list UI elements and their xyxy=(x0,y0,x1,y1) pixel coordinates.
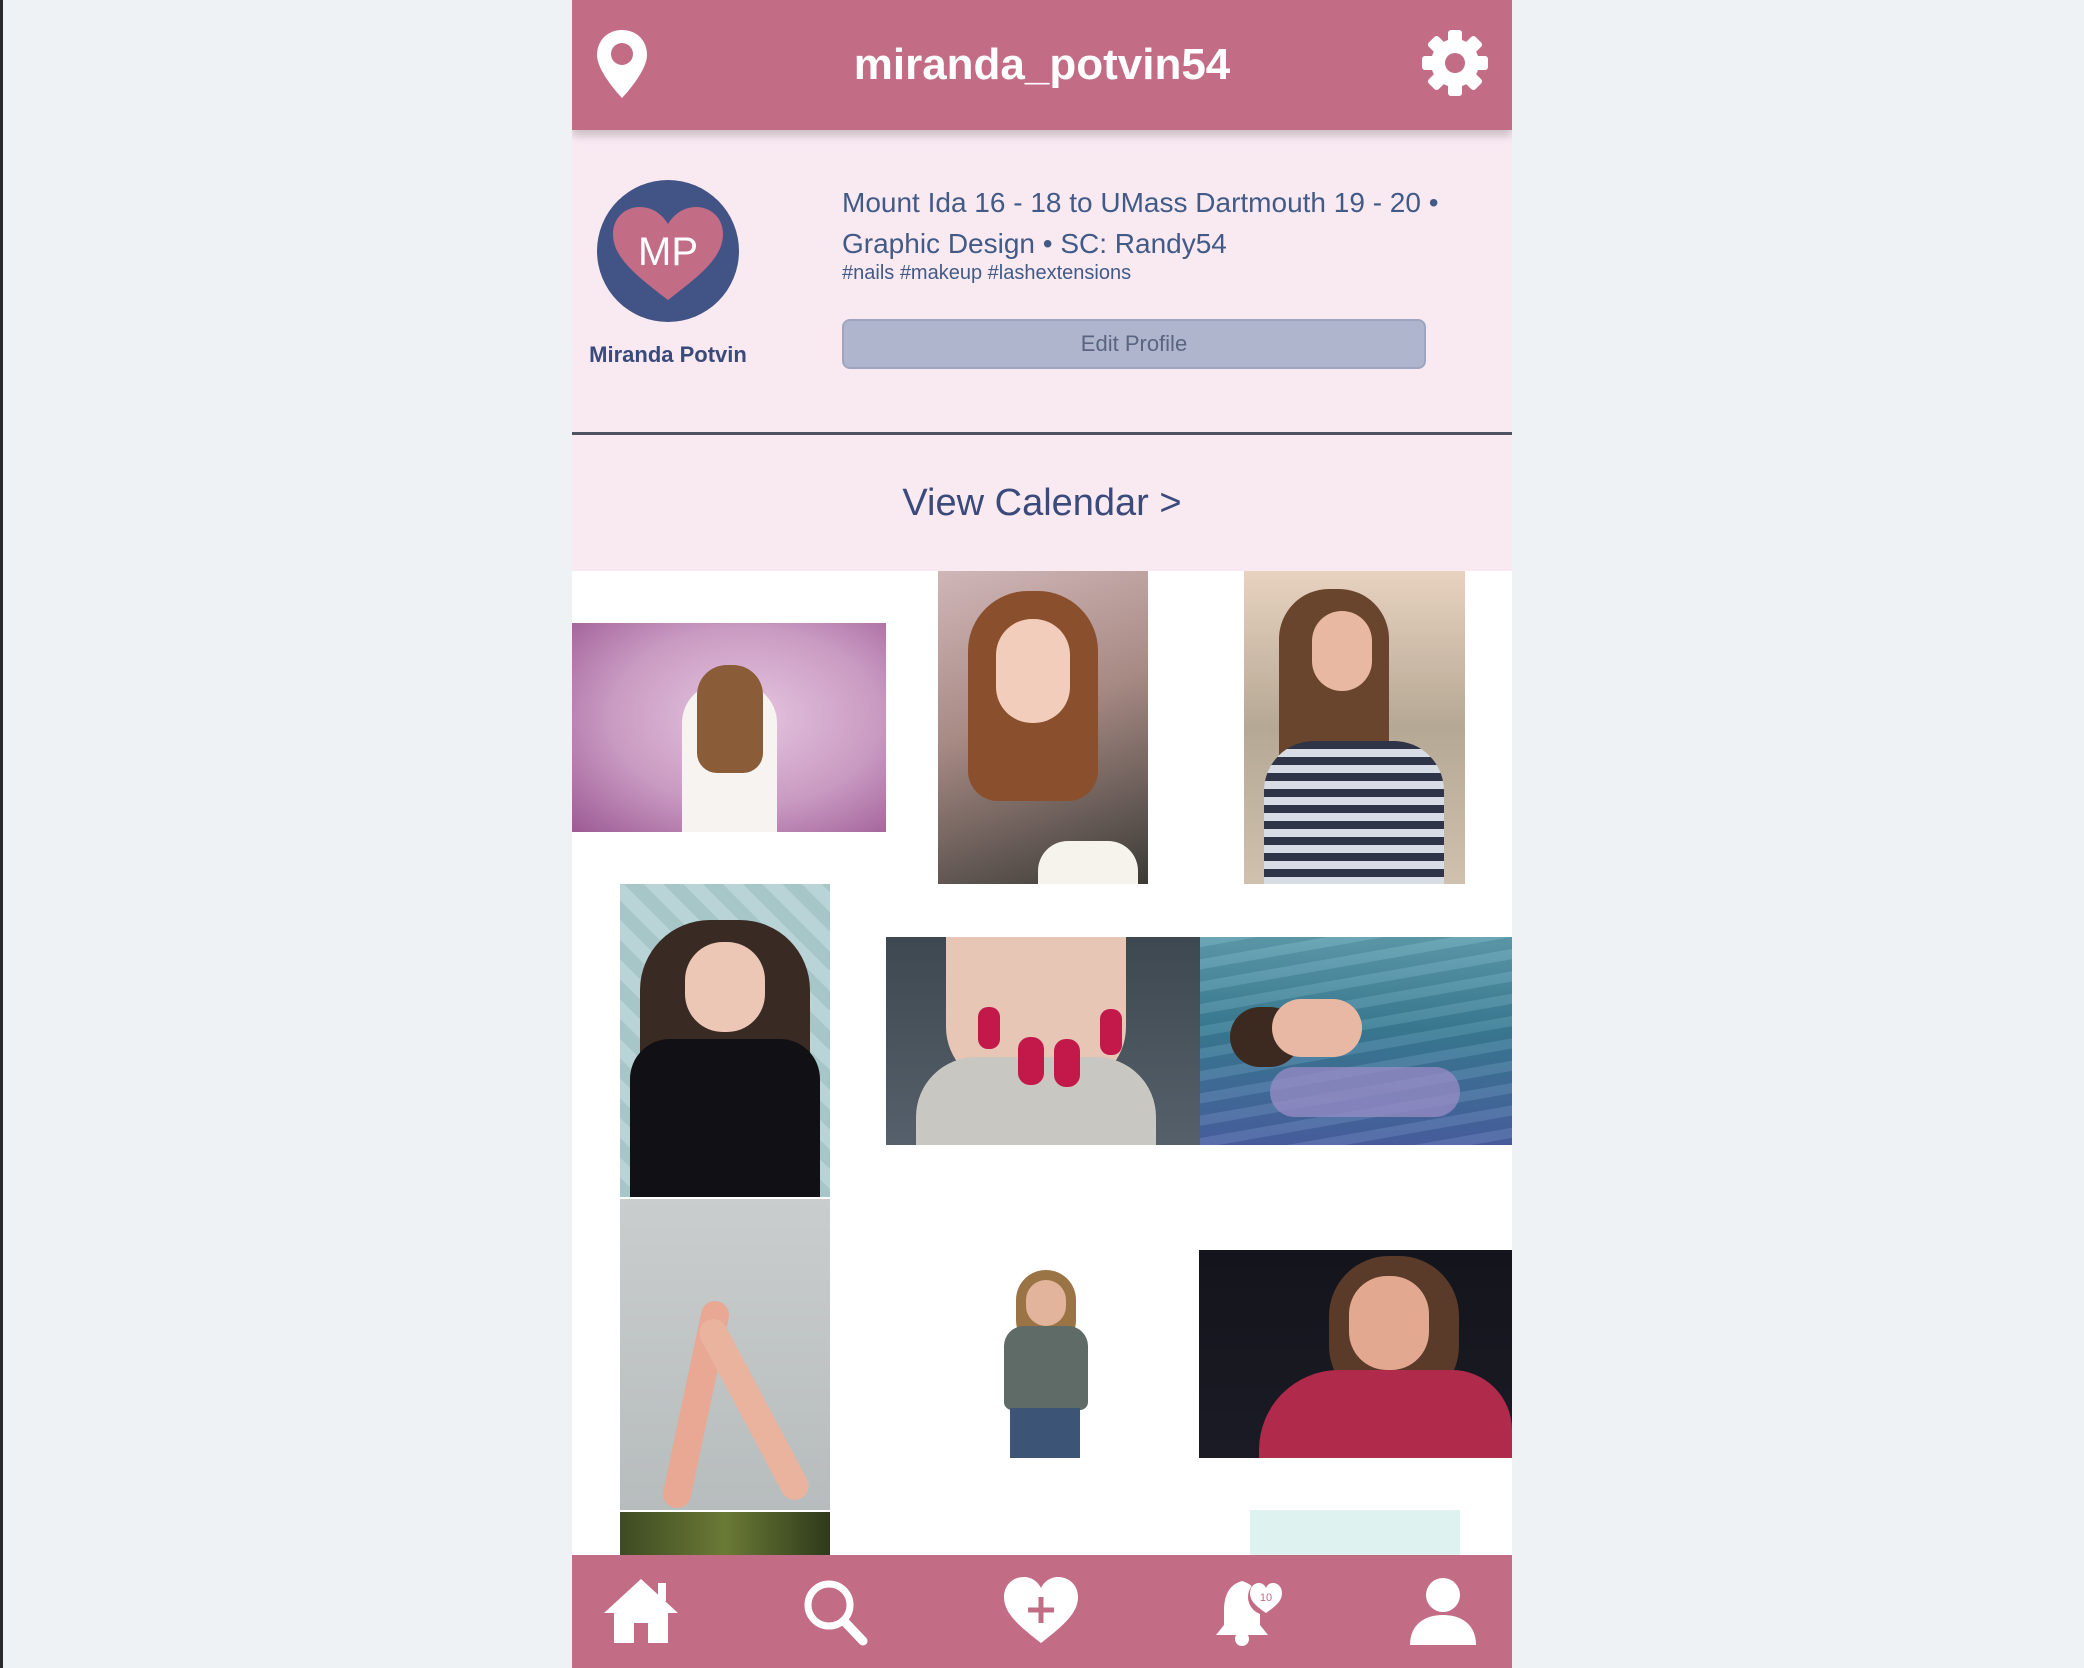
photo-tile[interactable] xyxy=(620,1512,830,1555)
heart-plus-icon[interactable] xyxy=(1002,1575,1080,1647)
view-calendar-link[interactable]: View Calendar > xyxy=(572,435,1512,571)
bio-line-2: Graphic Design • SC: Randy54 xyxy=(842,228,1227,259)
photo-tile[interactable] xyxy=(620,1199,830,1510)
profile-bio: Mount Ida 16 - 18 to UMass Dartmouth 19 … xyxy=(842,182,1482,264)
photo-subject-face xyxy=(996,619,1070,723)
top-bar: miranda_potvin54 xyxy=(572,0,1512,130)
photo-subject-face xyxy=(1026,1280,1066,1326)
window-left-border xyxy=(0,0,3,1668)
phone-screen: miranda_potvin54 MP Miranda Potvin Mount… xyxy=(572,0,1512,1668)
photo-subject-face xyxy=(1312,611,1372,691)
photo-nail xyxy=(1054,1039,1080,1087)
photo-nail xyxy=(978,1007,1000,1049)
photo-tile[interactable] xyxy=(886,937,1200,1145)
photo-milkshake xyxy=(1038,841,1138,884)
photo-hand xyxy=(694,1314,814,1505)
photo-subject-face xyxy=(1349,1276,1429,1370)
bio-line-1: Mount Ida 16 - 18 to UMass Dartmouth 19 … xyxy=(842,187,1439,218)
profile-header: MP Miranda Potvin Mount Ida 16 - 18 to U… xyxy=(572,130,1512,435)
profile-username: miranda_potvin54 xyxy=(853,40,1231,89)
photo-tile[interactable] xyxy=(620,884,830,1197)
profile-icon[interactable] xyxy=(1404,1575,1482,1647)
photo-tile[interactable] xyxy=(938,571,1148,884)
photo-tile[interactable] xyxy=(1250,1510,1460,1555)
photo-tile[interactable] xyxy=(1199,1250,1512,1458)
home-icon[interactable] xyxy=(602,1575,680,1647)
photo-tile[interactable] xyxy=(886,1250,1200,1458)
edit-profile-button[interactable]: Edit Profile xyxy=(842,319,1426,369)
avatar[interactable]: MP xyxy=(597,180,739,322)
profile-hashtags: #nails #makeup #lashextensions xyxy=(842,262,1132,284)
photo-striped-shirt xyxy=(1264,741,1444,884)
photo-nail xyxy=(1018,1037,1044,1085)
photo-tile[interactable] xyxy=(1200,937,1512,1145)
bottom-nav: 10 xyxy=(572,1555,1512,1668)
photo-subject-hair xyxy=(697,665,763,773)
photo-subject-face xyxy=(685,942,765,1032)
photo-nail xyxy=(1100,1009,1122,1055)
gear-icon[interactable] xyxy=(1420,28,1490,98)
profile-full-name: Miranda Potvin xyxy=(589,342,747,367)
avatar-initials: MP xyxy=(638,230,698,274)
notification-bell-icon[interactable]: 10 xyxy=(1212,1575,1290,1647)
search-icon[interactable] xyxy=(797,1575,875,1647)
photo-subject-face xyxy=(1272,999,1362,1057)
photo-tile[interactable] xyxy=(1244,571,1465,884)
photo-jeans xyxy=(1010,1408,1080,1458)
photo-subject-shirt xyxy=(1270,1067,1460,1117)
notification-count: 10 xyxy=(1260,1592,1272,1604)
photo-tshirt xyxy=(1004,1326,1088,1410)
photo-red-top xyxy=(1259,1370,1512,1458)
photo-tile[interactable] xyxy=(572,623,886,832)
photo-black-sweater xyxy=(630,1039,820,1197)
